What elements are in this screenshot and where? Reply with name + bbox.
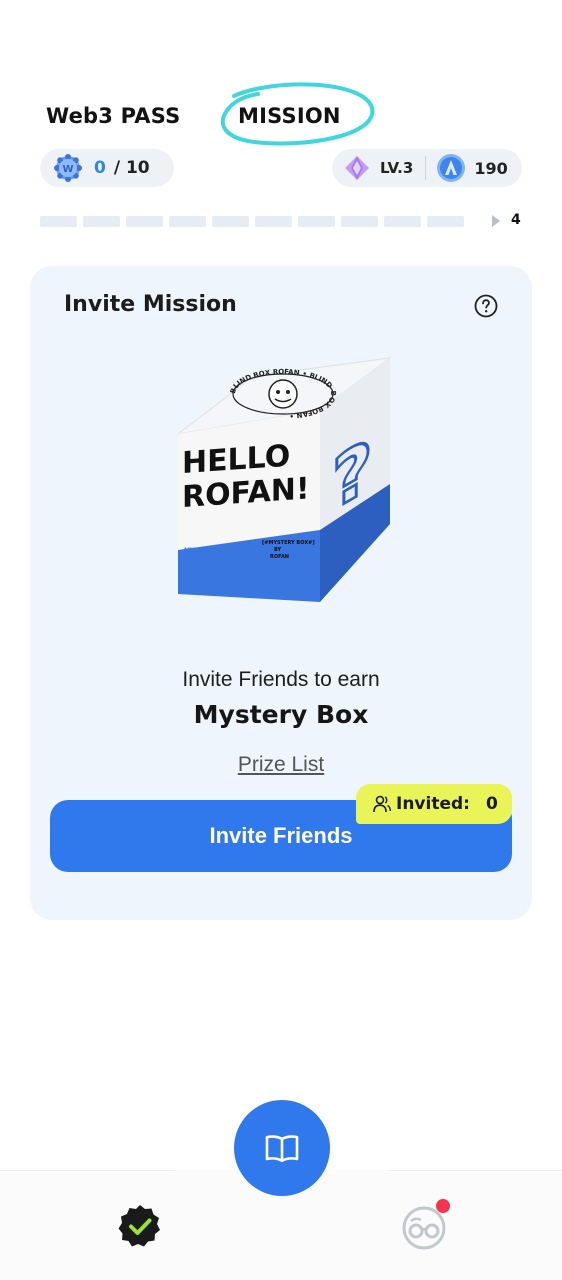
progress-segment [255,216,292,227]
card-title: Invite Mission [64,292,237,317]
progress-segment [83,216,120,227]
invited-count-badge: Invited: 0 [356,784,512,824]
progress-total: / 10 [113,158,150,178]
check-badge-icon[interactable] [116,1202,164,1250]
pass-progress-track [40,216,464,227]
play-triangle-icon [492,215,500,227]
pass-progress-pill: W 0 / 10 [40,149,174,187]
progress-segment [40,216,77,227]
progress-segment [384,216,421,227]
invited-label: Invited: [396,794,470,814]
progress-segment [427,216,464,227]
box-tag-brand: ROFAN [270,554,289,560]
book-fab-button[interactable] [234,1100,330,1196]
gem-icon [345,156,369,180]
gear-icon: W [54,154,82,182]
box-tag-sub: BY [274,547,282,553]
coin-balance: 190 [474,158,508,178]
progress-segment [298,216,335,227]
progress-segment [212,216,249,227]
progress-end-label: 4 [511,212,521,228]
prize-name: Mystery Box [193,700,369,729]
pill-divider [425,156,427,180]
help-icon[interactable] [474,294,498,318]
users-icon [373,795,391,813]
level-label: LV.3 [380,159,414,177]
progress-current: 0 [94,158,106,178]
progress-segment [126,216,163,227]
coin-icon [437,154,466,182]
active-tab-highlight [220,82,375,146]
invite-mission-card: Invite Mission BLIND BOX ROFAN • BLIND B… [30,266,532,920]
notification-dot [436,1199,450,1213]
prize-list-link[interactable]: Prize List [30,753,532,777]
tab-web3-pass[interactable]: Web3 PASS [46,104,180,128]
box-side-label: MYSTERY BOX [184,547,232,554]
box-tag: [#MYSTERY BOX#] [262,540,315,546]
book-icon [265,1135,299,1163]
mystery-box-image: BLIND BOX ROFAN • BLIND BOX ROFAN • HELL… [177,357,392,602]
invited-count: 0 [485,794,498,814]
progress-segment [169,216,206,227]
svg-text:W: W [62,164,73,175]
box-side-sub: RARE [184,555,202,562]
invite-description: Invite Friends to earn [182,668,380,691]
progress-segment [341,216,378,227]
level-pill: LV.3 190 [332,149,522,187]
